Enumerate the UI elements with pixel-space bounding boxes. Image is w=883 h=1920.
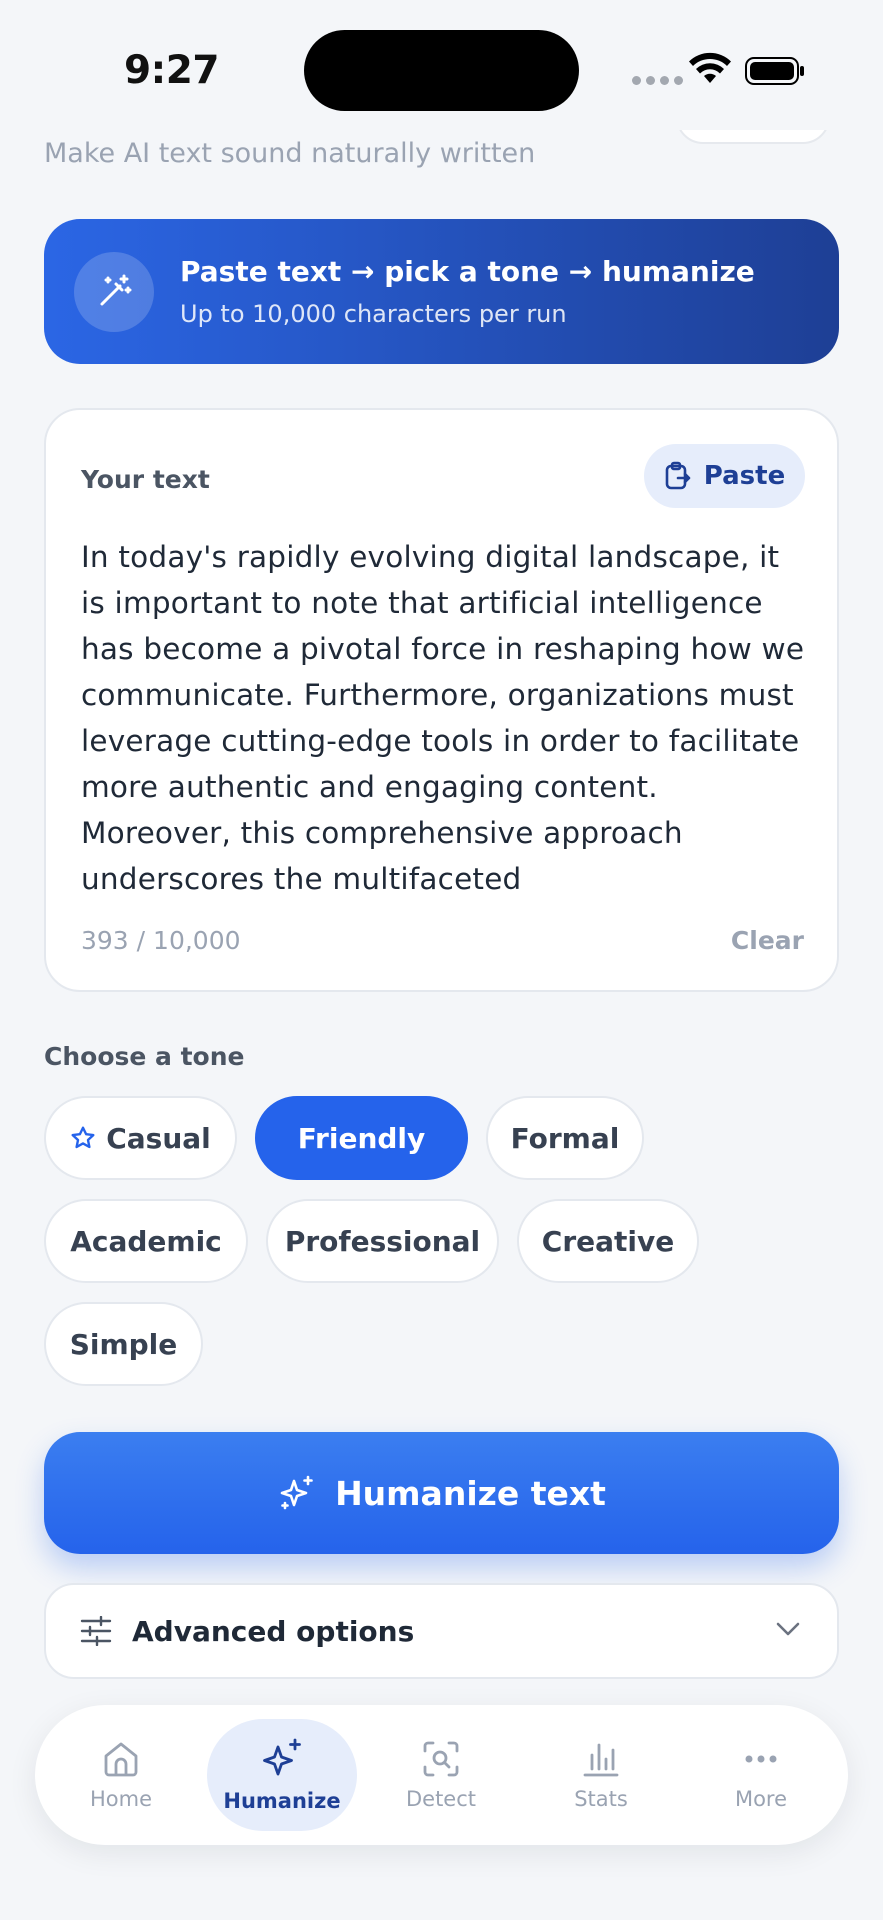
tab-home[interactable]: Home (46, 1705, 196, 1845)
tone-chip-formal[interactable]: Formal (486, 1096, 644, 1180)
sliders-icon (80, 1616, 112, 1646)
text-input-card: Your text Paste In today's rapidly evolv… (44, 408, 839, 992)
tab-stats-label: Stats (574, 1787, 628, 1811)
paste-button[interactable]: Paste (644, 444, 805, 508)
text-input-label: Your text (81, 465, 210, 494)
page-subtitle: Make AI text sound naturally written (44, 138, 536, 169)
magic-wand-icon (74, 251, 154, 332)
tone-chip-label: Casual (106, 1121, 211, 1155)
status-bar: 9:27 (0, 0, 883, 130)
battery-icon (745, 57, 804, 85)
tone-section-label: Choose a tone (44, 1042, 245, 1071)
tab-detect-label: Detect (405, 1787, 477, 1811)
tone-chip-academic[interactable]: Academic (44, 1199, 248, 1283)
tone-chip-label: Simple (69, 1327, 178, 1361)
tab-humanize[interactable]: Humanize (207, 1705, 357, 1845)
humanize-screen: 9:27 Make AI text sound naturally writte… (0, 0, 883, 1920)
tone-chip-label: Formal (510, 1121, 620, 1155)
paste-button-label: Paste (703, 461, 786, 491)
bottom-tab-bar: Home Humanize Detect Stats More (35, 1705, 848, 1845)
tab-humanize-label: Humanize (223, 1789, 341, 1813)
tone-chip-simple[interactable]: Simple (44, 1302, 203, 1386)
tab-more[interactable]: More (686, 1705, 836, 1845)
clear-button[interactable]: Clear (731, 926, 804, 955)
text-input-field[interactable]: In today's rapidly evolving digital land… (81, 534, 811, 894)
tone-chip-professional[interactable]: Professional (266, 1199, 499, 1283)
banner-subtitle: Up to 10,000 characters per run (180, 300, 567, 328)
star-icon (71, 1126, 95, 1149)
humanize-button-label: Humanize text (335, 1473, 606, 1513)
tab-stats[interactable]: Stats (526, 1705, 676, 1845)
bar-chart-icon (583, 1743, 619, 1777)
tab-home-label: Home (89, 1787, 152, 1811)
advanced-options-toggle[interactable]: Advanced options (44, 1583, 839, 1679)
clipboard-icon (665, 461, 691, 490)
tone-chip-label: Friendly (297, 1121, 426, 1155)
more-dots-icon (745, 1755, 777, 1763)
character-count: 393 / 10,000 (81, 926, 241, 955)
status-time: 9:27 (124, 48, 220, 93)
info-banner: Paste text → pick a tone → humanize Up t… (44, 219, 839, 364)
advanced-options-label: Advanced options (132, 1614, 415, 1648)
tab-more-label: More (734, 1787, 788, 1811)
chevron-down-icon (776, 1622, 800, 1636)
tone-chip-label: Professional (284, 1224, 481, 1258)
home-icon (104, 1742, 138, 1777)
sparkles-icon (280, 1475, 313, 1510)
wifi-icon (689, 52, 731, 83)
dynamic-island (304, 30, 579, 111)
scan-search-icon (423, 1741, 459, 1777)
tone-chip-creative[interactable]: Creative (517, 1199, 699, 1283)
tab-detect[interactable]: Detect (366, 1705, 516, 1845)
cellular-signal-icon (632, 76, 683, 85)
tone-chip-label: Academic (70, 1224, 222, 1258)
humanize-button[interactable]: Humanize text (44, 1432, 839, 1554)
tone-chip-casual[interactable]: Casual (44, 1096, 237, 1180)
tone-chip-friendly[interactable]: Friendly (255, 1096, 468, 1180)
sparkles-icon (263, 1738, 301, 1776)
banner-title: Paste text → pick a tone → humanize (180, 255, 755, 288)
tone-chip-label: Creative (541, 1224, 675, 1258)
